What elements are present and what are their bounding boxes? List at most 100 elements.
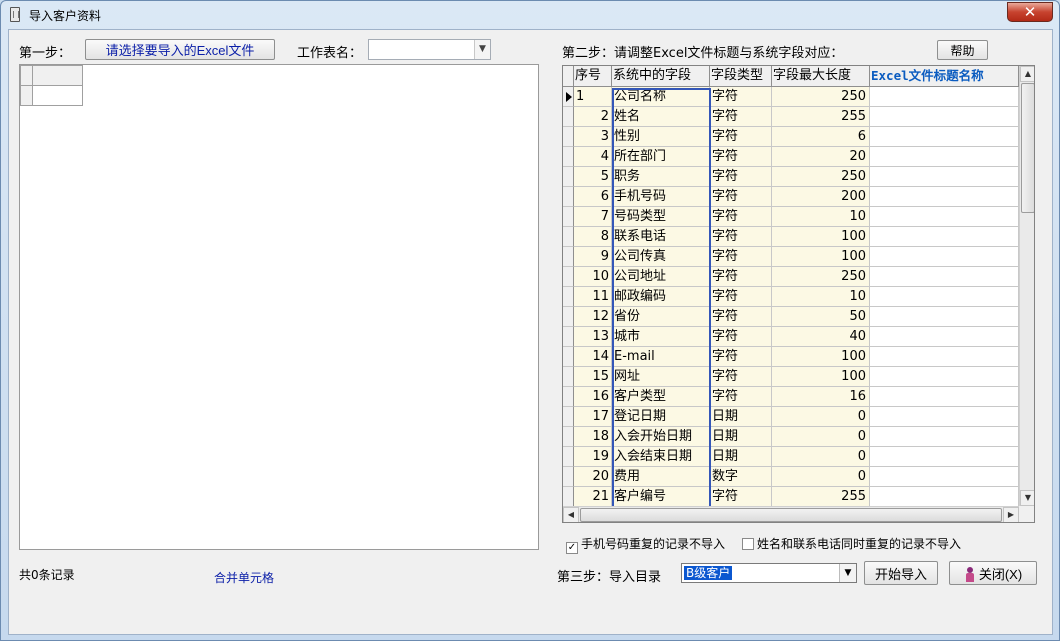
header-seq[interactable]: 序号 bbox=[574, 66, 612, 87]
checkbox-checked-icon[interactable]: ✓ bbox=[566, 542, 578, 554]
scroll-right-icon[interactable]: ▶ bbox=[1003, 507, 1019, 522]
header-field-type[interactable]: 字段类型 bbox=[710, 66, 772, 87]
skip-duplicate-name-phone-checkbox[interactable]: 姓名和联系电话同时重复的记录不导入 bbox=[742, 535, 961, 552]
cell-field-type: 字符 bbox=[710, 347, 772, 367]
cell-max-length: 250 bbox=[772, 167, 870, 187]
table-row[interactable]: 3 性别 字符 6 bbox=[563, 127, 1019, 147]
cell-excel-title[interactable] bbox=[870, 127, 1019, 147]
cell-seq: 19 bbox=[574, 447, 612, 467]
header-max-length[interactable]: 字段最大长度 bbox=[772, 66, 870, 87]
cell-excel-title[interactable] bbox=[870, 227, 1019, 247]
checkbox-unchecked-icon[interactable] bbox=[742, 538, 754, 550]
cell-system-field: 性别 bbox=[612, 127, 710, 147]
table-row[interactable]: 13 城市 字符 40 bbox=[563, 327, 1019, 347]
table-row[interactable]: 7 号码类型 字符 10 bbox=[563, 207, 1019, 227]
cell-excel-title[interactable] bbox=[870, 287, 1019, 307]
choose-excel-button[interactable]: 请选择要导入的Excel文件 bbox=[85, 39, 275, 60]
cell-excel-title[interactable] bbox=[870, 407, 1019, 427]
record-count: 共0条记录 bbox=[19, 568, 75, 582]
cell-max-length: 0 bbox=[772, 427, 870, 447]
horizontal-scrollbar[interactable]: ◀ ▶ bbox=[563, 506, 1019, 522]
cell-field-type: 字符 bbox=[710, 307, 772, 327]
table-row[interactable]: 19 入会结束日期 日期 0 bbox=[563, 447, 1019, 467]
field-mapping-grid[interactable]: 序号 系统中的字段 字段类型 字段最大长度 Excel文件标题名称 1 公司名称字… bbox=[562, 65, 1035, 523]
cell-excel-title[interactable] bbox=[870, 147, 1019, 167]
row-indicator bbox=[563, 247, 574, 267]
chevron-down-icon[interactable]: ▼ bbox=[839, 564, 856, 582]
table-row[interactable]: 15 网址 字符 100 bbox=[563, 367, 1019, 387]
cell-max-length: 250 bbox=[772, 87, 870, 107]
table-row[interactable]: 6 手机号码 字符 200 bbox=[563, 187, 1019, 207]
table-row[interactable]: 12 省份 字符 50 bbox=[563, 307, 1019, 327]
excel-preview-grid[interactable] bbox=[19, 64, 539, 550]
scrollbar-corner bbox=[1019, 506, 1034, 522]
table-row[interactable]: 1 公司名称 字符 250 bbox=[563, 87, 1019, 107]
cell-system-field: 公司地址 bbox=[612, 267, 710, 287]
sheet-name-select[interactable]: ▼ bbox=[368, 39, 491, 60]
skip-duplicate-mobile-checkbox[interactable]: ✓ 手机号码重复的记录不导入 bbox=[566, 535, 725, 554]
cell-excel-title[interactable] bbox=[870, 447, 1019, 467]
table-row[interactable]: 17 登记日期 日期 0 bbox=[563, 407, 1019, 427]
cell-field-type: 字符 bbox=[710, 267, 772, 287]
table-row[interactable]: 8 联系电话 字符 100 bbox=[563, 227, 1019, 247]
table-row[interactable]: 4 所在部门 字符 20 bbox=[563, 147, 1019, 167]
cell-excel-title[interactable] bbox=[870, 427, 1019, 447]
sheet-name-label: 工作表名： bbox=[297, 46, 363, 61]
row-indicator bbox=[563, 427, 574, 447]
import-directory-select[interactable]: B级客户 ▼ bbox=[681, 563, 857, 583]
cell-excel-title[interactable] bbox=[870, 387, 1019, 407]
table-row[interactable]: 16 客户类型 字符 16 bbox=[563, 387, 1019, 407]
close-button[interactable]: 关闭(X) bbox=[949, 561, 1037, 585]
cell-excel-title[interactable] bbox=[870, 267, 1019, 287]
cell-seq: 12 bbox=[574, 307, 612, 327]
cell-system-field: E-mail bbox=[612, 347, 710, 367]
cell-seq: 18 bbox=[574, 427, 612, 447]
grid-data-cell[interactable] bbox=[32, 85, 83, 106]
horizontal-scroll-thumb[interactable] bbox=[580, 508, 1002, 522]
vertical-scroll-thumb[interactable] bbox=[1021, 83, 1034, 213]
scroll-left-icon[interactable]: ◀ bbox=[563, 507, 579, 522]
cell-excel-title[interactable] bbox=[870, 207, 1019, 227]
table-row[interactable]: 10 公司地址 字符 250 bbox=[563, 267, 1019, 287]
cell-excel-title[interactable] bbox=[870, 347, 1019, 367]
table-row[interactable]: 14 E-mail 字符 100 bbox=[563, 347, 1019, 367]
table-row[interactable]: 18 入会开始日期 日期 0 bbox=[563, 427, 1019, 447]
cell-excel-title[interactable] bbox=[870, 107, 1019, 127]
table-row[interactable]: 5 职务 字符 250 bbox=[563, 167, 1019, 187]
table-row[interactable]: 20 费用 数字 0 bbox=[563, 467, 1019, 487]
table-row[interactable]: 21 客户编号 字符 255 bbox=[563, 487, 1019, 507]
cell-excel-title[interactable] bbox=[870, 327, 1019, 347]
start-import-button[interactable]: 开始导入 bbox=[864, 561, 938, 585]
cell-seq: 16 bbox=[574, 387, 612, 407]
help-button[interactable]: 帮助 bbox=[937, 40, 988, 60]
cell-excel-title[interactable] bbox=[870, 187, 1019, 207]
cell-excel-title[interactable] bbox=[870, 467, 1019, 487]
chevron-down-icon[interactable]: ▼ bbox=[474, 40, 490, 59]
cell-excel-title[interactable] bbox=[870, 167, 1019, 187]
cell-seq: 14 bbox=[574, 347, 612, 367]
header-excel-title[interactable]: Excel文件标题名称 bbox=[870, 66, 1019, 87]
scroll-down-icon[interactable]: ▼ bbox=[1020, 490, 1034, 506]
cell-excel-title[interactable] bbox=[870, 247, 1019, 267]
cell-system-field: 入会开始日期 bbox=[612, 427, 710, 447]
window-title: 导入客户资料 bbox=[29, 9, 102, 23]
cell-excel-title[interactable] bbox=[870, 307, 1019, 327]
cell-max-length: 100 bbox=[772, 227, 870, 247]
cell-system-field: 邮政编码 bbox=[612, 287, 710, 307]
scroll-up-icon[interactable]: ▲ bbox=[1020, 66, 1034, 82]
app-phone-icon bbox=[10, 7, 20, 22]
cell-seq: 9 bbox=[574, 247, 612, 267]
cell-excel-title[interactable] bbox=[870, 487, 1019, 507]
table-row[interactable]: 9 公司传真 字符 100 bbox=[563, 247, 1019, 267]
header-system-field[interactable]: 系统中的字段 bbox=[612, 66, 710, 87]
window-close-button[interactable]: ✕ bbox=[1007, 2, 1053, 22]
vertical-scrollbar[interactable]: ▲ ▼ bbox=[1019, 66, 1034, 506]
cell-system-field: 公司传真 bbox=[612, 247, 710, 267]
table-row[interactable]: 11 邮政编码 字符 10 bbox=[563, 287, 1019, 307]
table-row[interactable]: 2 姓名 字符 255 bbox=[563, 107, 1019, 127]
cell-excel-title[interactable] bbox=[870, 87, 1019, 107]
merge-cells-link[interactable]: 合并单元格 bbox=[214, 569, 274, 586]
grid-header-row: 序号 系统中的字段 字段类型 字段最大长度 Excel文件标题名称 bbox=[563, 66, 1019, 87]
cell-excel-title[interactable] bbox=[870, 367, 1019, 387]
cell-field-type: 字符 bbox=[710, 227, 772, 247]
